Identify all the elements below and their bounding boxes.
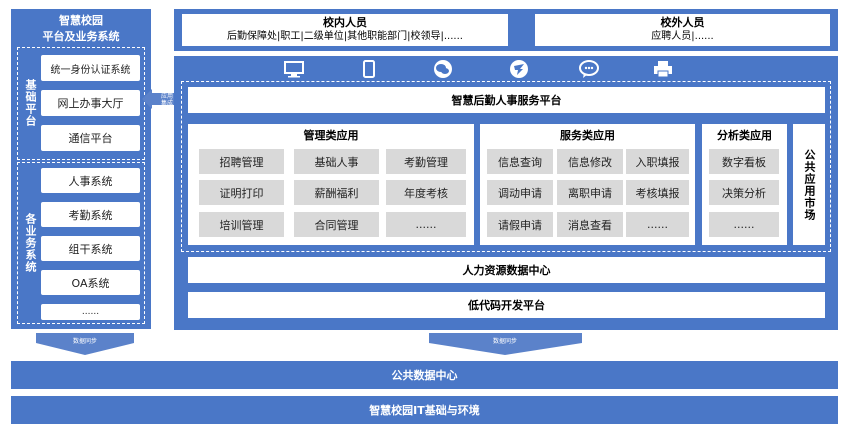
svc-item-more[interactable]: ...... <box>626 212 689 237</box>
external-users-title: 校外人员 <box>660 16 705 29</box>
svc-item-onboarding[interactable]: 入职填报 <box>626 149 689 174</box>
internal-users-box: 校内人员 后勤保障处|职工|二级单位|其他职能部门|校领导|...... <box>182 14 508 46</box>
svc-item-messages[interactable]: 消息查看 <box>557 212 623 237</box>
analysis-item-dashboard[interactable]: 数字看板 <box>709 149 779 174</box>
business-item-attendance[interactable]: 考勤系统 <box>41 202 140 227</box>
mgmt-item-more[interactable]: ...... <box>386 212 466 237</box>
svc-item-leave[interactable]: 请假申请 <box>487 212 553 237</box>
platform-title: 智慧后勤人事服务平台 <box>188 87 825 113</box>
sync-label-right: 数据同步 <box>486 335 524 345</box>
wechat-icon[interactable] <box>432 59 454 79</box>
basic-platform-label: 基础平台 <box>24 79 37 127</box>
basic-item-identity-auth[interactable]: 统一身份认证系统 <box>41 55 140 81</box>
external-users-desc: 应聘人员|...... <box>651 31 714 42</box>
external-users-box: 校外人员 应聘人员|...... <box>535 14 830 46</box>
sync-label-left: 数据同步 <box>66 335 104 345</box>
business-item-cadre[interactable]: 组干系统 <box>41 236 140 261</box>
left-panel-title: 智慧校园 平台及业务系统 <box>42 14 120 43</box>
basic-item-online-hall[interactable]: 网上办事大厅 <box>41 90 140 116</box>
mgmt-item-contract[interactable]: 合同管理 <box>294 212 379 237</box>
mgmt-item-certificate[interactable]: 证明打印 <box>199 180 284 205</box>
svc-item-assessment[interactable]: 考核填报 <box>626 180 689 205</box>
svc-item-transfer[interactable]: 调动申请 <box>487 180 553 205</box>
analysis-item-more[interactable]: ...... <box>709 212 779 237</box>
mgmt-item-attendance[interactable]: 考勤管理 <box>386 149 466 174</box>
business-item-personnel[interactable]: 人事系统 <box>41 168 140 193</box>
internal-users-desc: 后勤保障处|职工|二级单位|其他职能部门|校领导|...... <box>227 31 463 42</box>
analysis-item-decision[interactable]: 决策分析 <box>709 180 779 205</box>
desktop-icon[interactable] <box>283 60 305 78</box>
mgmt-item-salary[interactable]: 薪酬福利 <box>294 180 379 205</box>
chat-icon[interactable] <box>578 59 600 79</box>
svc-item-resignation[interactable]: 离职申请 <box>557 180 623 205</box>
printer-icon[interactable] <box>652 60 674 78</box>
service-apps-title: 服务类应用 <box>560 129 615 142</box>
public-data-center: 公共数据中心 <box>11 361 838 389</box>
mgmt-item-basic-hr[interactable]: 基础人事 <box>294 149 379 174</box>
dingtalk-icon[interactable] <box>508 59 530 79</box>
lowcode-platform: 低代码开发平台 <box>188 292 825 318</box>
management-apps-title: 管理类应用 <box>303 129 359 142</box>
business-item-oa[interactable]: OA系统 <box>41 270 140 295</box>
hr-data-center: 人力资源数据中心 <box>188 257 825 283</box>
it-infrastructure: 智慧校园IT基础与环境 <box>11 396 838 424</box>
business-systems-label: 各业务系统 <box>24 213 37 273</box>
mgmt-item-annual-review[interactable]: 年度考核 <box>386 180 466 205</box>
svc-item-info-edit[interactable]: 信息修改 <box>557 149 623 174</box>
internal-users-title: 校内人员 <box>323 16 367 29</box>
mobile-icon[interactable] <box>361 60 377 78</box>
svc-item-info-query[interactable]: 信息查询 <box>487 149 553 174</box>
basic-item-comm-platform[interactable]: 通信平台 <box>41 125 140 151</box>
mgmt-item-training[interactable]: 培训管理 <box>199 212 284 237</box>
public-app-market[interactable]: 公共应用市场 <box>793 124 825 245</box>
business-item-more[interactable]: ...... <box>41 304 140 320</box>
analysis-apps-title: 分析类应用 <box>717 129 772 142</box>
mgmt-item-recruitment[interactable]: 招聘管理 <box>199 149 284 174</box>
